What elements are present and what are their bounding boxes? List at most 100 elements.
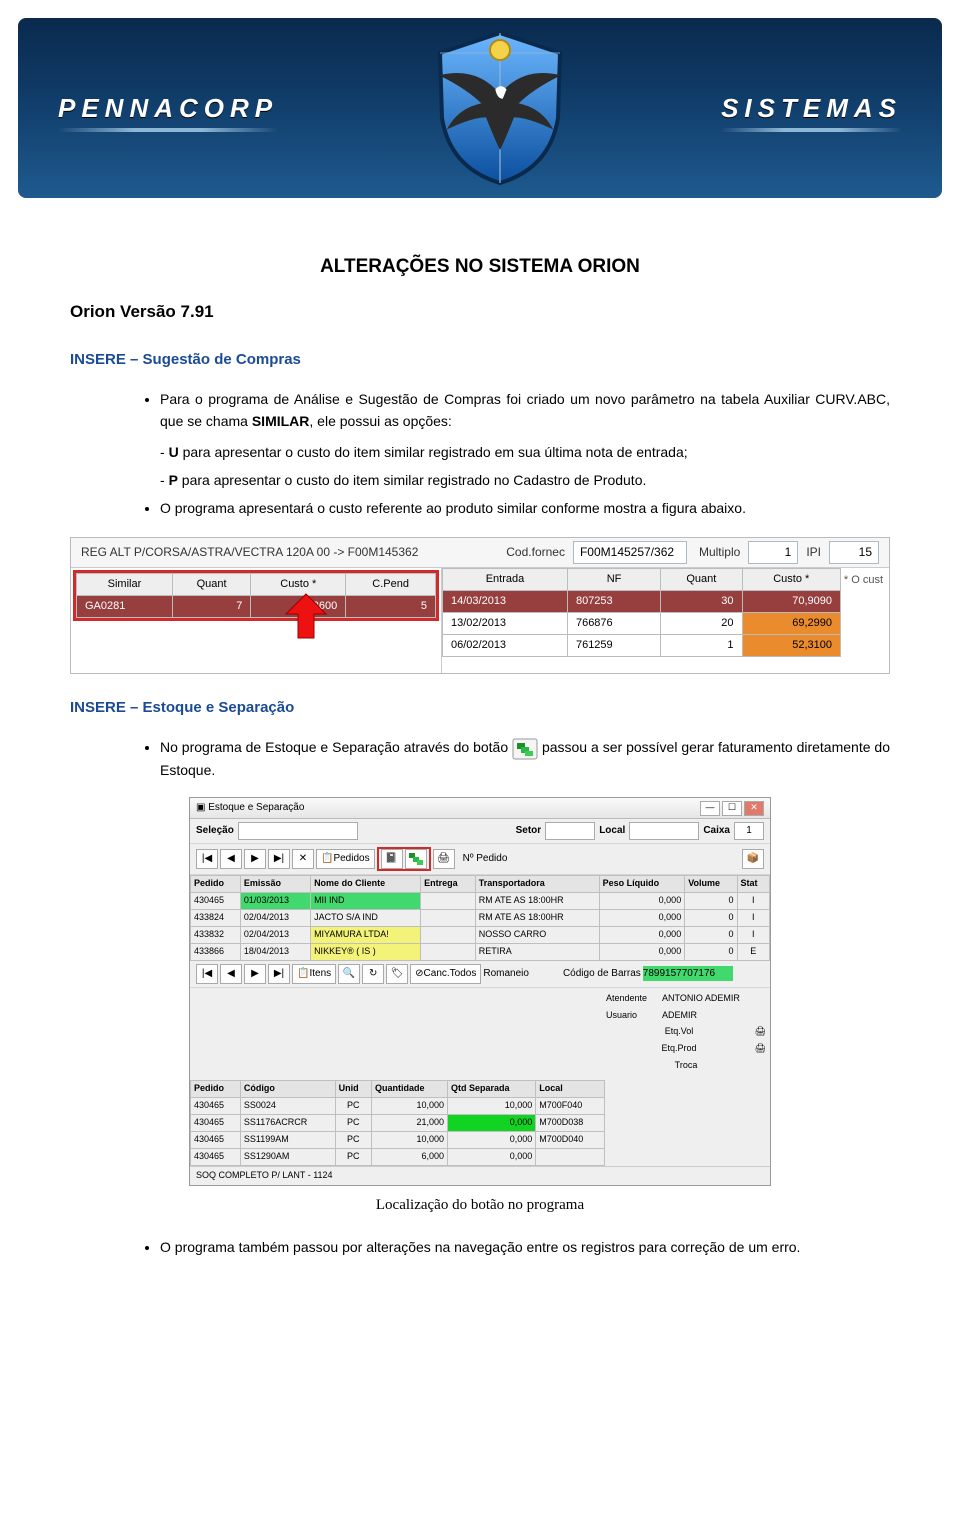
minimize-button[interactable]: — <box>700 801 720 816</box>
tag-button[interactable]: 🏷 <box>386 964 408 984</box>
book-button[interactable]: 📓 <box>381 849 403 869</box>
nav-next-button[interactable]: ▶ <box>244 849 266 869</box>
col-header[interactable]: Entrega <box>421 875 476 892</box>
close-button[interactable]: ✕ <box>744 801 764 816</box>
cell: 807253 <box>567 591 660 613</box>
page-title: ALTERAÇÕES NO SISTEMA ORION <box>70 252 890 281</box>
faturamento-button[interactable] <box>405 849 427 869</box>
col-header[interactable]: Local <box>536 1081 605 1098</box>
col-header[interactable]: Similar <box>77 574 173 596</box>
highlight-box: 📓 <box>377 847 431 871</box>
search-button[interactable]: 🔍 <box>338 964 360 984</box>
npedido-label: Nº Pedido <box>463 851 508 867</box>
table-row[interactable]: 06/02/2013 761259 1 52,3100 <box>443 635 841 657</box>
version-heading: Orion Versão 7.91 <box>70 299 890 325</box>
pedidos-table[interactable]: Pedido Emissão Nome do Cliente Entrega T… <box>190 875 770 961</box>
romaneio-label: Romaneio <box>483 966 529 982</box>
col-header[interactable]: Transportadora <box>475 875 599 892</box>
table-row[interactable]: 43386618/04/2013NIKKEY® ( IS )RETIRA0,00… <box>191 943 770 960</box>
option-line: - P para apresentar o custo do item simi… <box>160 470 890 492</box>
cell: 13/02/2013 <box>443 613 568 635</box>
table-row[interactable]: 43382402/04/2013JACTO S/A INDRM ATE AS 1… <box>191 909 770 926</box>
similar-table[interactable]: Similar Quant Custo * C.Pend GA0281 7 53… <box>76 573 436 618</box>
col-header[interactable]: Volume <box>685 875 737 892</box>
cell: 30 <box>661 591 742 613</box>
etqvol-button[interactable]: Etq.Vol <box>606 1025 752 1039</box>
codfornec-label: Cod.fornec <box>506 543 565 562</box>
maximize-button[interactable]: ☐ <box>722 801 742 816</box>
local-field[interactable] <box>629 822 699 840</box>
nav-first-button[interactable]: |◀ <box>196 964 218 984</box>
entrada-table[interactable]: Entrada NF Quant Custo * 14/03/2013 8072… <box>442 568 841 657</box>
col-header[interactable]: Entrada <box>443 569 568 591</box>
table-row[interactable]: GA0281 7 53,3600 5 <box>77 596 436 618</box>
table-row[interactable]: 430465SS1199AMPC10,0000,000M700D040 <box>191 1132 605 1149</box>
col-header[interactable]: Pedido <box>191 875 241 892</box>
col-header[interactable]: Emissão <box>240 875 310 892</box>
codbarras-label: Código de Barras <box>563 966 641 982</box>
col-header[interactable]: C.Pend <box>346 574 436 596</box>
eagle-icon <box>430 28 570 188</box>
col-header[interactable]: Código <box>240 1081 335 1098</box>
caixa-field[interactable]: 1 <box>734 822 764 840</box>
section2-heading: INSERE – Estoque e Separação <box>70 696 890 719</box>
window-title: Estoque e Separação <box>208 800 304 816</box>
cell: 14/03/2013 <box>443 591 568 613</box>
nav-prev-button[interactable]: ◀ <box>220 849 242 869</box>
table-row[interactable]: 430465SS1176ACRCRPC21,0000,000M700D038 <box>191 1115 605 1132</box>
table-row[interactable]: 43383202/04/2013MIYAMURA LTDA!NOSSO CARR… <box>191 926 770 943</box>
setor-label: Setor <box>516 823 542 839</box>
selecao-label: Seleção <box>196 823 234 839</box>
table-row[interactable]: 430465SS1290AMPC6,0000,000 <box>191 1149 605 1166</box>
itens-button[interactable]: 📋 Itens <box>292 964 336 984</box>
text: , ele possui as opções: <box>309 413 451 429</box>
multiplo-field[interactable]: 1 <box>748 541 798 564</box>
print-button[interactable]: 🖨 <box>433 849 455 869</box>
atendente-field[interactable]: ANTONIO ADEMIR <box>662 992 766 1006</box>
ipi-field[interactable]: 15 <box>829 541 879 564</box>
itens-table[interactable]: Pedido Código Unid Quantidade Qtd Separa… <box>190 1080 605 1166</box>
nav-first-button[interactable]: |◀ <box>196 849 218 869</box>
col-header[interactable]: Quantidade <box>371 1081 447 1098</box>
table-row[interactable]: 43046501/03/2013MII INDRM ATE AS 18:00HR… <box>191 892 770 909</box>
canc-todos-button[interactable]: ⊘ Canc.Todos <box>410 964 481 984</box>
nav-last-button[interactable]: ▶| <box>268 964 290 984</box>
atendente-label: Atendente <box>606 992 662 1006</box>
text-bold: P <box>169 472 178 488</box>
col-header[interactable]: Quant <box>172 574 250 596</box>
troca-button[interactable]: Troca <box>606 1059 766 1073</box>
table-row[interactable]: 13/02/2013 766876 20 69,2990 <box>443 613 841 635</box>
refresh-button[interactable]: ↻ <box>362 964 384 984</box>
usuario-field[interactable]: ADEMIR <box>662 1009 766 1023</box>
col-header[interactable]: Peso Líquido <box>599 875 685 892</box>
nav-prev-button[interactable]: ◀ <box>220 964 242 984</box>
table-row[interactable]: 430465SS0024PC10,00010,000M700F040 <box>191 1098 605 1115</box>
text: para apresentar o custo do item similar … <box>178 472 646 488</box>
nav-next-button[interactable]: ▶ <box>244 964 266 984</box>
col-header[interactable]: NF <box>567 569 660 591</box>
caixa-label: Caixa <box>703 823 730 839</box>
col-header[interactable]: Qtd Separada <box>448 1081 536 1098</box>
col-header[interactable]: Nome do Cliente <box>311 875 421 892</box>
pedidos-button[interactable]: 📋 Pedidos <box>316 849 375 869</box>
col-header[interactable]: Custo * <box>742 569 840 591</box>
setor-field[interactable] <box>545 822 595 840</box>
col-header[interactable]: Stat <box>737 875 769 892</box>
codfornec-field[interactable]: F00M145257/362 <box>573 541 687 564</box>
etqprod-button[interactable]: Etq.Prod <box>606 1042 752 1056</box>
delete-button[interactable]: ✕ <box>292 849 314 869</box>
bullet-item: O programa também passou por alterações … <box>160 1237 890 1259</box>
col-header[interactable]: Unid <box>335 1081 371 1098</box>
table-row[interactable]: 14/03/2013 807253 30 70,9090 <box>443 591 841 613</box>
col-header[interactable]: Quant <box>661 569 742 591</box>
selecao-field[interactable] <box>238 822 358 840</box>
faturamento-button-icon <box>512 738 538 760</box>
cell: 06/02/2013 <box>443 635 568 657</box>
bullet-item: O programa apresentará o custo referente… <box>160 498 890 520</box>
box-button[interactable]: 📦 <box>742 849 764 869</box>
cell: 52,3100 <box>742 635 840 657</box>
codbarras-field[interactable]: 7899157707176 <box>643 966 733 982</box>
app-icon: ▣ <box>196 800 205 816</box>
nav-last-button[interactable]: ▶| <box>268 849 290 869</box>
col-header[interactable]: Pedido <box>191 1081 241 1098</box>
